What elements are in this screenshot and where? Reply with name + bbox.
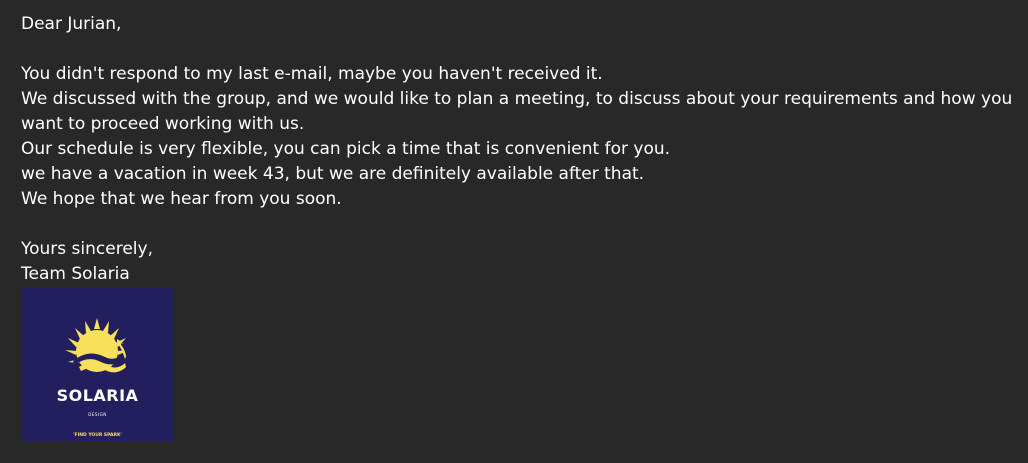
email-line: we have a vacation in week 43, but we ar… (21, 164, 645, 184)
email-line: Our schedule is very flexible, you can p… (21, 139, 671, 159)
email-line: We discussed with the group, and we woul… (21, 89, 1018, 134)
solaria-logo: SOLARIA DESIGN 'FIND YOUR SPARK' (21, 287, 174, 441)
email-closing: Yours sincerely, (21, 239, 153, 259)
email-signature: Team Solaria (21, 264, 130, 284)
email-body: Dear Jurian, You didn't respond to my la… (21, 12, 1021, 441)
email-line: We hope that we hear from you soon. (21, 189, 342, 209)
email-greeting: Dear Jurian, (21, 14, 122, 34)
logo-tagline: 'FIND YOUR SPARK' (73, 433, 122, 438)
email-line: You didn't respond to my last e-mail, ma… (21, 64, 603, 84)
